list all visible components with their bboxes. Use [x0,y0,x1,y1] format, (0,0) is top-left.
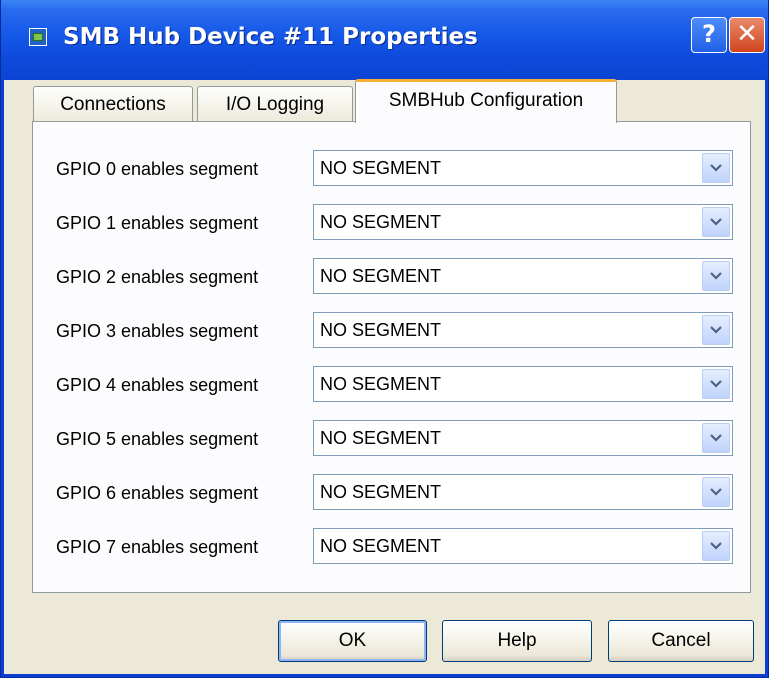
gpio-label: GPIO 3 enables segment [56,321,259,341]
dropdown-arrow-icon[interactable] [702,477,730,507]
dropdown-arrow-icon[interactable] [702,315,730,345]
dropdown-arrow-icon[interactable] [702,153,730,183]
dialog-client-area: Connections I/O Logging SMBHub Configura… [4,79,765,674]
select-value: NO SEGMENT [320,428,442,448]
gpio-row: GPIO 5 enables segment NO SEGMENT [33,420,750,460]
gpio-row: GPIO 4 enables segment NO SEGMENT [33,366,750,406]
tab-panel-smbhub-configuration: GPIO 0 enables segment NO SEGMENT GPIO 1… [32,121,751,593]
gpio-label: GPIO 1 enables segment [56,213,259,233]
device-icon [29,28,47,46]
gpio-label: GPIO 5 enables segment [56,429,259,449]
help-button[interactable]: Help [442,620,592,662]
gpio-row: GPIO 7 enables segment NO SEGMENT [33,528,750,568]
ok-button[interactable]: OK [278,620,427,662]
window-title: SMB Hub Device #11 Properties [63,24,478,50]
dropdown-arrow-icon[interactable] [702,531,730,561]
gpio-row: GPIO 1 enables segment NO SEGMENT [33,204,750,244]
gpio-1-segment-select[interactable]: NO SEGMENT [313,204,733,240]
help-title-button[interactable]: ? [691,17,727,53]
gpio-row: GPIO 2 enables segment NO SEGMENT [33,258,750,298]
select-value: NO SEGMENT [320,266,442,286]
select-value: NO SEGMENT [320,320,442,340]
gpio-row: GPIO 0 enables segment NO SEGMENT [33,150,750,190]
gpio-label: GPIO 6 enables segment [56,483,259,503]
select-value: NO SEGMENT [320,482,442,502]
title-bar[interactable]: SMB Hub Device #11 Properties ? ✕ [1,0,768,80]
cancel-button[interactable]: Cancel [608,620,754,662]
gpio-label: GPIO 4 enables segment [56,375,259,395]
select-value: NO SEGMENT [320,536,442,556]
gpio-label: GPIO 0 enables segment [56,159,259,179]
gpio-3-segment-select[interactable]: NO SEGMENT [313,312,733,348]
gpio-0-segment-select[interactable]: NO SEGMENT [313,150,733,186]
gpio-row: GPIO 6 enables segment NO SEGMENT [33,474,750,514]
dropdown-arrow-icon[interactable] [702,207,730,237]
gpio-2-segment-select[interactable]: NO SEGMENT [313,258,733,294]
close-button[interactable]: ✕ [729,17,765,53]
select-value: NO SEGMENT [320,212,442,232]
gpio-4-segment-select[interactable]: NO SEGMENT [313,366,733,402]
select-value: NO SEGMENT [320,158,442,178]
tab-smbhub-configuration[interactable]: SMBHub Configuration [355,79,617,123]
gpio-label: GPIO 7 enables segment [56,537,259,557]
dropdown-arrow-icon[interactable] [702,369,730,399]
gpio-7-segment-select[interactable]: NO SEGMENT [313,528,733,564]
dropdown-arrow-icon[interactable] [702,261,730,291]
gpio-5-segment-select[interactable]: NO SEGMENT [313,420,733,456]
tab-io-logging[interactable]: I/O Logging [197,86,353,124]
gpio-label: GPIO 2 enables segment [56,267,259,287]
dropdown-arrow-icon[interactable] [702,423,730,453]
properties-dialog: SMB Hub Device #11 Properties ? ✕ Connec… [0,0,769,678]
select-value: NO SEGMENT [320,374,442,394]
tab-connections[interactable]: Connections [33,86,193,124]
gpio-row: GPIO 3 enables segment NO SEGMENT [33,312,750,352]
gpio-6-segment-select[interactable]: NO SEGMENT [313,474,733,510]
